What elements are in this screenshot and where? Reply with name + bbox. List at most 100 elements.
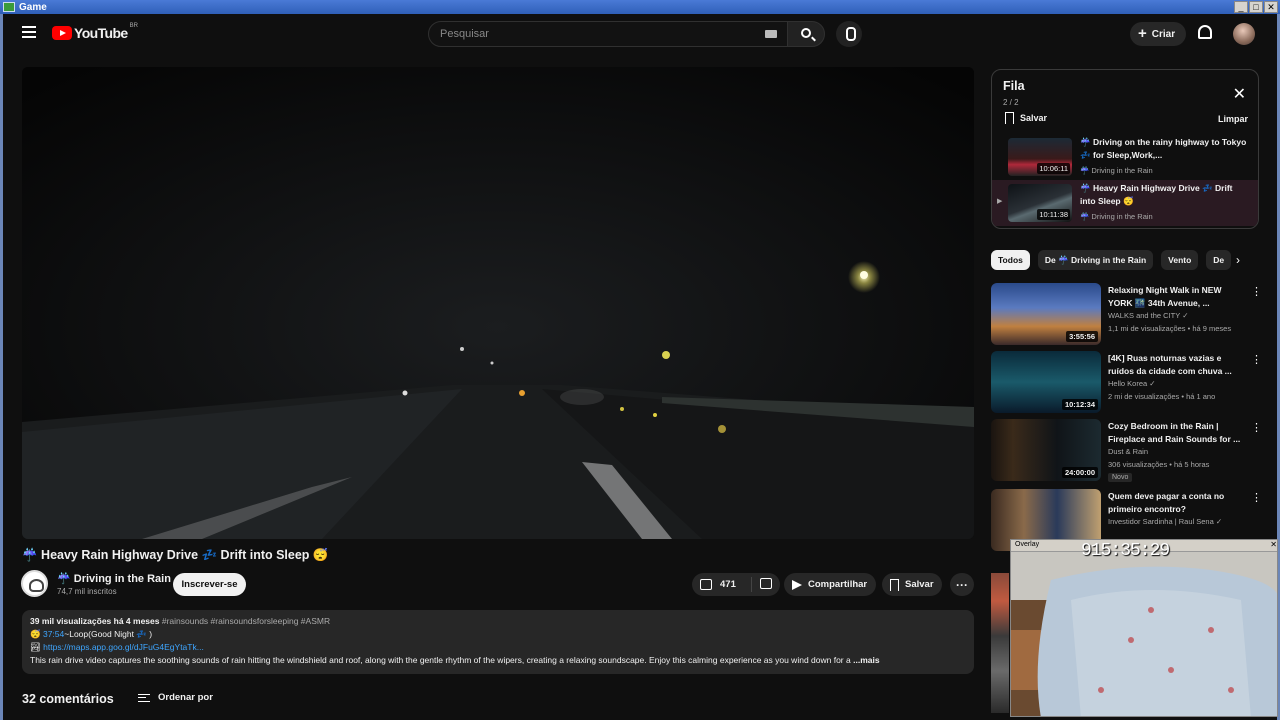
chip-all[interactable]: Todos bbox=[991, 250, 1030, 270]
queue-panel: Fila 2 / 2 ✕ Salvar Limpar 10:06:11 ☔ Dr… bbox=[991, 69, 1259, 229]
recommendation-item[interactable]: 10:12:34 [4K] Ruas noturnas vazias e ruí… bbox=[991, 351, 1262, 413]
video-duration: 3:55:56 bbox=[1066, 331, 1098, 342]
queue-item[interactable]: 10:06:11 ☔ Driving on the rainy highway … bbox=[992, 134, 1258, 180]
more-actions-button[interactable]: ··· bbox=[950, 573, 974, 596]
dislike-button[interactable] bbox=[752, 577, 772, 592]
sort-label: Ordenar por bbox=[158, 692, 213, 703]
channel-avatar[interactable] bbox=[21, 570, 48, 597]
close-window-button[interactable]: ✕ bbox=[1264, 1, 1278, 13]
queue-item-channel: ☔ Driving in the Rain bbox=[1080, 212, 1153, 221]
channel-name[interactable]: ☔ Driving in the Rain bbox=[57, 572, 171, 585]
recommendation-meta: 1,1 mi de visualizações • há 9 meses bbox=[1108, 324, 1232, 333]
overlay-title: Overlay bbox=[1015, 541, 1040, 548]
description-box[interactable]: 39 mil visualizações há 4 meses #rainsou… bbox=[22, 610, 974, 674]
show-more-link[interactable]: ...mais bbox=[853, 655, 879, 665]
queue-save-button[interactable]: Salvar bbox=[1005, 112, 1047, 124]
recommendation-channel: WALKS and the CITY ✓ bbox=[1108, 311, 1189, 320]
subscriber-count: 74,7 mil inscritos bbox=[57, 587, 117, 596]
like-dislike-group: 471 bbox=[692, 573, 780, 596]
queue-thumbnail: 10:06:11 bbox=[1008, 138, 1072, 176]
thumbs-down-icon bbox=[760, 577, 772, 589]
youtube-logo[interactable]: YouTube BR bbox=[52, 23, 138, 41]
recommendation-item[interactable]: 24:00:00 Cozy Bedroom in the Rain | Fire… bbox=[991, 419, 1262, 482]
maps-link[interactable]: https://maps.app.goo.gl/dJFuG4EgYtaTk... bbox=[43, 642, 204, 652]
app-icon bbox=[3, 2, 15, 12]
search-button[interactable] bbox=[787, 21, 825, 47]
search-icon bbox=[801, 28, 811, 38]
overlay-close-icon[interactable]: ✕ bbox=[1270, 540, 1277, 549]
notifications-bell-icon[interactable] bbox=[1198, 25, 1212, 39]
logo-text: YouTube bbox=[74, 25, 128, 41]
queue-item-channel: ☔ Driving in the Rain bbox=[1080, 166, 1153, 175]
plus-icon: + bbox=[1138, 25, 1147, 42]
more-vert-icon[interactable]: ⋮ bbox=[1251, 353, 1262, 366]
recommendation-title: Cozy Bedroom in the Rain | Fireplace and… bbox=[1108, 421, 1241, 444]
subscribe-button[interactable]: Inscrever-se bbox=[173, 573, 246, 596]
maximize-button[interactable]: □ bbox=[1249, 1, 1263, 13]
recommendation-channel: Hello Korea ✓ bbox=[1108, 379, 1156, 388]
sort-comments-button[interactable]: Ordenar por bbox=[138, 692, 213, 703]
keyboard-icon[interactable] bbox=[765, 30, 777, 38]
like-count: 471 bbox=[720, 579, 736, 590]
video-player[interactable] bbox=[22, 67, 974, 539]
upload-age: há 4 meses bbox=[113, 616, 160, 626]
create-label: Criar bbox=[1151, 28, 1176, 40]
search-box bbox=[428, 21, 788, 47]
chip-wind[interactable]: Vento bbox=[1161, 250, 1199, 270]
country-code: BR bbox=[129, 23, 138, 29]
recommendation-thumbnail: 10:12:34 bbox=[991, 351, 1101, 413]
more-vert-icon[interactable]: ⋮ bbox=[1251, 285, 1262, 298]
queue-thumbnail: 10:11:38 bbox=[1008, 184, 1072, 222]
webcam-overlay-window: Overlay ✕ 915:35:29 bbox=[1010, 539, 1278, 717]
hamburger-menu-icon[interactable] bbox=[22, 26, 36, 38]
user-avatar[interactable] bbox=[1233, 23, 1255, 45]
minimize-button[interactable]: _ bbox=[1234, 1, 1248, 13]
share-label: Compartilhar bbox=[808, 579, 868, 590]
queue-item-title: ☔ Heavy Rain Highway Drive 💤 Drift into … bbox=[1080, 183, 1233, 206]
recommendation-item[interactable]: 3:55:56 Relaxing Night Walk in NEW YORK … bbox=[991, 283, 1262, 345]
comments-count: 32 comentários bbox=[22, 692, 114, 706]
window-title: Game bbox=[19, 1, 47, 13]
recommendation-thumbnail: 3:55:56 bbox=[991, 283, 1101, 345]
hashtags[interactable]: #rainsounds #rainsoundsforsleeping #ASMR bbox=[162, 616, 330, 626]
timestamp-text: ~Loop(Good Night 💤 ) bbox=[64, 629, 153, 639]
save-button[interactable]: Salvar bbox=[882, 573, 942, 596]
sort-icon bbox=[138, 693, 150, 702]
video-frame-rainy-highway bbox=[22, 67, 974, 539]
timestamp-link[interactable]: 37:54 bbox=[43, 629, 64, 639]
chip-from-channel[interactable]: De ☔ Driving in the Rain bbox=[1037, 250, 1154, 270]
bookmark-icon bbox=[890, 578, 899, 591]
like-button[interactable]: 471 bbox=[692, 577, 752, 592]
create-button[interactable]: + Criar bbox=[1130, 22, 1186, 46]
description-body: This rain drive video captures the sooth… bbox=[30, 655, 851, 665]
queue-save-label: Salvar bbox=[1020, 113, 1048, 123]
clock-emoji-icon: 😴 bbox=[30, 629, 41, 639]
recommendation-thumbnails-partial bbox=[991, 573, 1009, 713]
more-vert-icon[interactable]: ⋮ bbox=[1251, 491, 1262, 504]
queue-title: Fila bbox=[1003, 79, 1025, 93]
overlay-timer: 915:35:29 bbox=[1081, 541, 1170, 561]
recommendation-title: Quem deve pagar a conta no primeiro enco… bbox=[1108, 491, 1225, 514]
recommendation-title: [4K] Ruas noturnas vazias e ruídos da ci… bbox=[1108, 353, 1232, 376]
now-playing-icon: ▶ bbox=[997, 198, 1003, 205]
recommendation-meta: 306 visualizações • há 5 horas bbox=[1108, 460, 1210, 469]
video-duration: 10:12:34 bbox=[1061, 399, 1098, 410]
share-button[interactable]: Compartilhar bbox=[784, 573, 876, 596]
view-count: 39 mil visualizações bbox=[30, 616, 112, 626]
voice-search-mic-icon[interactable] bbox=[836, 21, 862, 47]
share-icon bbox=[792, 579, 802, 590]
queue-item-current[interactable]: ▶ 10:11:38 ☔ Heavy Rain Highway Drive 💤 … bbox=[992, 180, 1258, 226]
queue-item-title: ☔ Driving on the rainy highway to Tokyo … bbox=[1080, 137, 1247, 160]
chip-partial[interactable]: De bbox=[1206, 250, 1232, 270]
more-vert-icon[interactable]: ⋮ bbox=[1251, 421, 1262, 434]
chevron-right-icon[interactable]: › bbox=[1236, 253, 1240, 267]
close-queue-icon[interactable]: ✕ bbox=[1233, 84, 1246, 104]
thumbs-up-icon bbox=[700, 579, 712, 590]
new-badge: Novo bbox=[1108, 473, 1133, 482]
recommendation-channel: Dust & Rain bbox=[1108, 447, 1149, 456]
queue-clear-button[interactable]: Limpar bbox=[1218, 114, 1248, 124]
recommendation-thumbnail: 24:00:00 bbox=[991, 419, 1101, 481]
window-titlebar: Game _ □ ✕ bbox=[0, 0, 1280, 14]
search-input[interactable] bbox=[429, 22, 729, 46]
webcam-feed-image bbox=[1011, 552, 1277, 716]
